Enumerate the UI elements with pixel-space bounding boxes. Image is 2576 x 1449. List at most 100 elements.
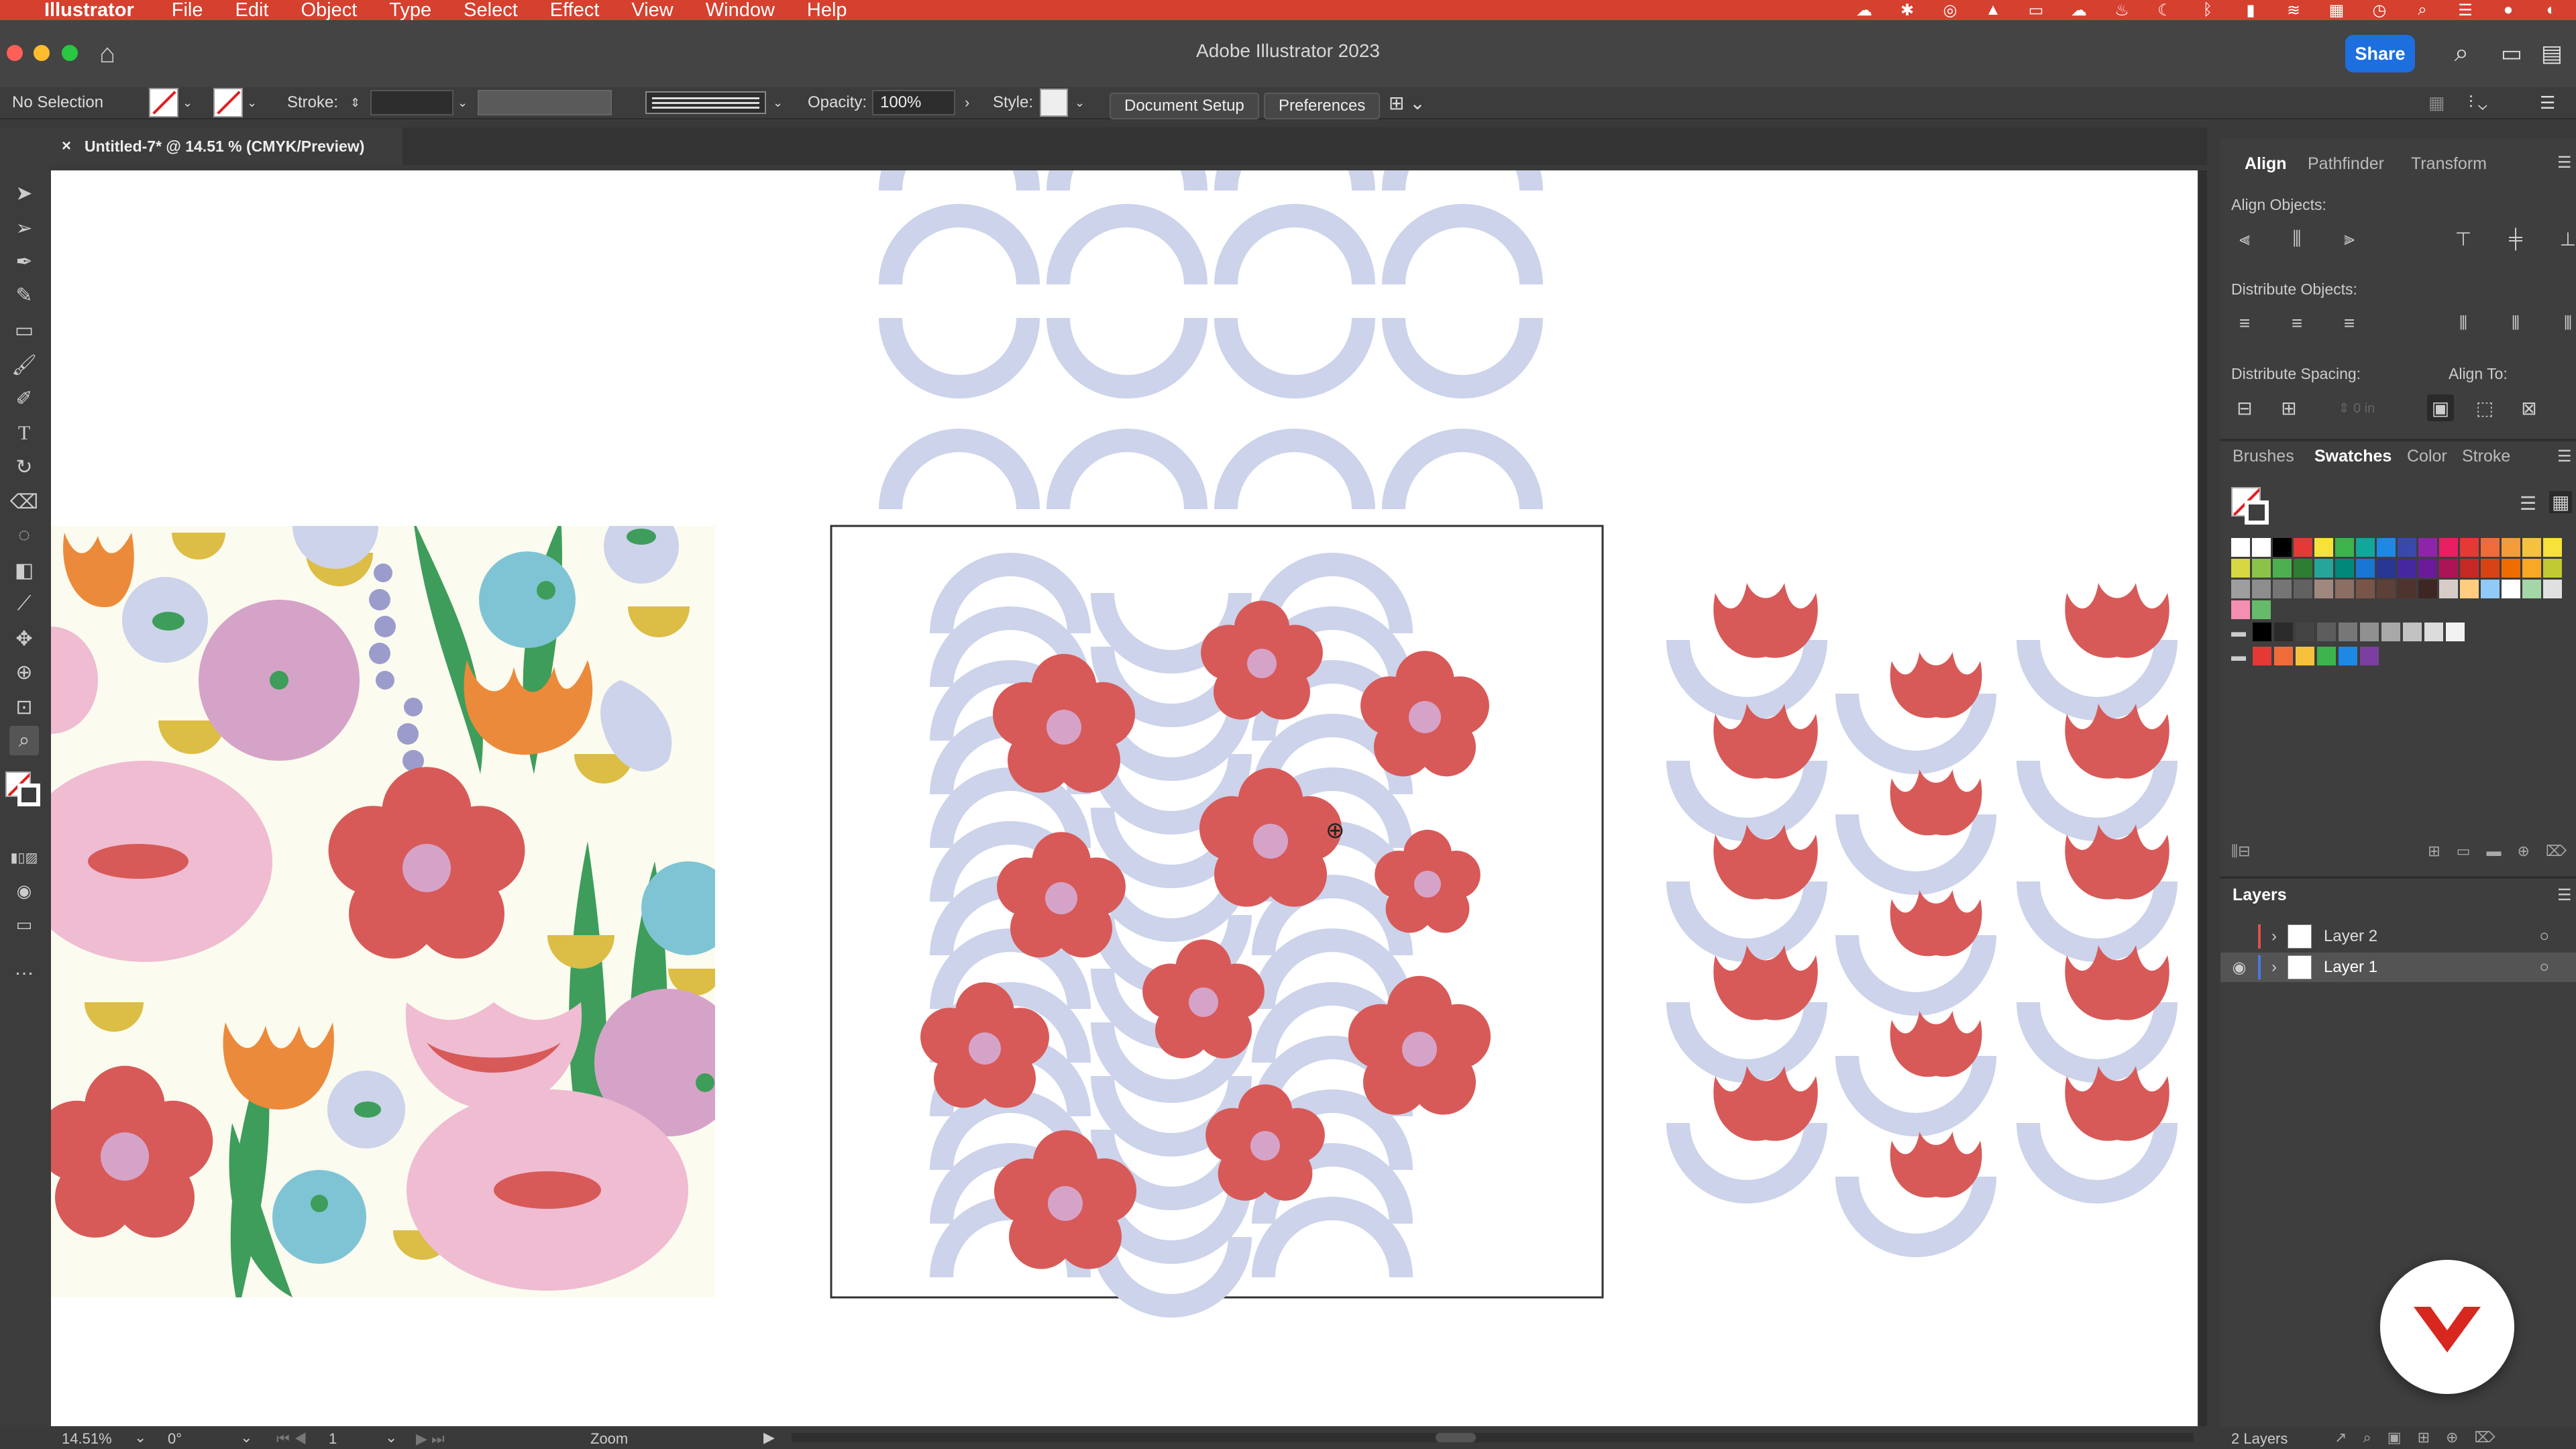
clock-icon[interactable]: ◷ — [2368, 0, 2391, 20]
layer-row[interactable]: ◉ › Layer 1 ○ — [2220, 953, 2576, 982]
color-swatch[interactable] — [2502, 580, 2520, 598]
canvas[interactable]: ⊕ — [51, 170, 2198, 1426]
tab-color[interactable]: Color — [2407, 447, 2447, 466]
new-sublayer-icon[interactable]: ⊞ — [2418, 1429, 2430, 1446]
horizontal-distribute-space-icon[interactable]: ⊞ — [2275, 394, 2302, 421]
menu-object[interactable]: Object — [301, 0, 357, 21]
color-swatch[interactable] — [2273, 559, 2292, 578]
color-swatch[interactable] — [2481, 559, 2500, 578]
vertical-scrollbar[interactable] — [2199, 170, 2207, 1426]
color-swatch[interactable] — [2273, 580, 2292, 598]
folder-icon[interactable]: ▬ — [2231, 647, 2246, 665]
color-swatch[interactable] — [2481, 580, 2500, 598]
spacing-value-field[interactable]: ⇕ 0 in — [2320, 394, 2394, 421]
color-swatch[interactable] — [2398, 559, 2416, 578]
eye-icon[interactable]: ◉ — [2220, 958, 2258, 977]
close-icon[interactable]: × — [62, 137, 71, 156]
moon-icon[interactable]: ☾ — [2153, 0, 2176, 20]
opacity-value[interactable]: 100% — [872, 90, 955, 115]
align-horizontal-center-icon[interactable]: ⫼ — [2284, 225, 2310, 252]
tab-align[interactable]: Align — [2245, 154, 2287, 174]
search-icon[interactable]: ⌕ — [2411, 0, 2434, 20]
swatch-libraries-icon[interactable]: ⫼ — [2231, 843, 2238, 860]
tab-stroke[interactable]: Stroke — [2462, 447, 2510, 466]
paintbrush-tool-icon[interactable]: 🖌 — [9, 350, 39, 380]
edit-toolbar-icon[interactable]: … — [9, 954, 39, 983]
chevron-down-icon[interactable]: ⌄ — [134, 1429, 146, 1446]
color-swatch[interactable] — [2502, 538, 2520, 557]
align-to-artboard-icon[interactable]: ▣ — [2427, 394, 2454, 421]
document-setup-button[interactable]: Document Setup — [1110, 93, 1259, 119]
artboard-tool-icon[interactable]: ⊡ — [9, 692, 39, 722]
menu-effect[interactable]: Effect — [550, 0, 600, 21]
shaper-tool-icon[interactable]: ✐ — [9, 384, 39, 413]
tab-pathfinder[interactable]: Pathfinder — [2308, 154, 2384, 174]
layer-row[interactable]: › Layer 2 ○ — [2220, 922, 2576, 951]
rotate-tool-icon[interactable]: ↻ — [9, 452, 39, 482]
color-swatch[interactable] — [2314, 559, 2333, 578]
new-swatch-icon[interactable]: ⊕ — [2517, 843, 2529, 860]
preferences-button[interactable]: Preferences — [1264, 93, 1381, 119]
align-vertical-center-icon[interactable]: ╪ — [2502, 225, 2529, 252]
color-swatch[interactable] — [2439, 580, 2458, 598]
chevron-down-icon[interactable]: ⌄ — [385, 1429, 397, 1446]
fill-stroke-widget[interactable] — [4, 769, 47, 809]
tab-swatches[interactable]: Swatches — [2314, 447, 2392, 466]
stroke-swatch[interactable]: ⌄ — [213, 88, 257, 117]
color-swatch[interactable] — [2231, 538, 2250, 557]
folder-icon[interactable]: ▬ — [2231, 623, 2246, 641]
menu-window[interactable]: Window — [706, 0, 775, 21]
stroke-stepper[interactable]: ⇕ — [350, 91, 360, 114]
color-swatch[interactable] — [2398, 580, 2416, 598]
color-swatch[interactable] — [2356, 580, 2375, 598]
status-menu-icon[interactable]: ▶ — [763, 1429, 775, 1446]
zoom-tool-icon[interactable]: ⌕ — [9, 726, 39, 755]
artboard-nav[interactable]: ⏮ ◀ — [276, 1430, 307, 1448]
menu-select[interactable]: Select — [464, 0, 518, 21]
puppet-warp-tool-icon[interactable]: ✥ — [9, 624, 39, 653]
variable-width-profile[interactable] — [478, 90, 612, 115]
color-swatch[interactable] — [2460, 559, 2479, 578]
brush-definition[interactable]: ⌄ — [645, 91, 783, 114]
wifi-icon[interactable]: ≋ — [2282, 0, 2305, 20]
control-center-icon[interactable]: ☰ — [2454, 0, 2477, 20]
control-bar-menu-icon[interactable]: ☰ — [2540, 91, 2555, 114]
color-swatch[interactable] — [2439, 559, 2458, 578]
screen-mode-icon[interactable]: ▭ — [9, 910, 39, 939]
rotation-value[interactable]: 0° — [168, 1430, 182, 1448]
color-swatch[interactable] — [2231, 559, 2250, 578]
artboard-nav-next[interactable]: ▶ ⏭ — [416, 1430, 445, 1448]
tulip-wave-pattern[interactable] — [1666, 583, 2178, 1257]
align-left-icon[interactable]: ⫷ — [2231, 225, 2258, 252]
transform-options-icon[interactable]: ⫶ ⌄ — [2469, 91, 2487, 114]
align-bottom-icon[interactable]: ⊥ — [2555, 225, 2576, 252]
vertical-distribute-space-icon[interactable]: ⊟ — [2231, 394, 2258, 421]
app-menu[interactable]: Illustrator — [44, 0, 134, 21]
color-swatch[interactable] — [2335, 559, 2354, 578]
color-swatch[interactable] — [2252, 559, 2271, 578]
color-swatch[interactable] — [2377, 538, 2396, 557]
place-swatch-icon[interactable]: ⊟ — [2238, 843, 2250, 860]
color-swatch[interactable] — [2335, 538, 2354, 557]
panel-toggle-icon[interactable]: ▤ — [2541, 40, 2563, 67]
search-icon[interactable]: ⌕ — [2455, 39, 2469, 68]
top-wave-pattern[interactable] — [879, 170, 1543, 509]
lasso-tool-icon[interactable]: ◌ — [9, 521, 39, 550]
menu-view[interactable]: View — [631, 0, 673, 21]
chevron-right-icon[interactable]: › — [2271, 927, 2277, 946]
color-swatch[interactable] — [2377, 580, 2396, 598]
draw-mode-icon[interactable]: ◉ — [9, 876, 39, 906]
align-right-icon[interactable]: ⫸ — [2336, 225, 2363, 252]
document-tab[interactable]: × Untitled-7* @ 14.51 % (CMYK/Preview) — [0, 127, 402, 165]
notifications-icon[interactable]: ◐ — [2540, 0, 2563, 20]
color-swatch[interactable] — [2439, 538, 2458, 557]
pen-tool-icon[interactable]: ✒ — [9, 247, 39, 276]
color-swatch[interactable] — [2314, 538, 2333, 557]
color-swatch[interactable] — [2252, 538, 2271, 557]
new-layer-icon[interactable]: ⊕ — [2446, 1429, 2458, 1446]
chevron-right-icon[interactable]: › — [965, 94, 969, 111]
creative-cloud-icon[interactable]: ☁ — [1853, 0, 1876, 20]
color-swatch[interactable] — [2252, 600, 2271, 619]
color-swatch[interactable] — [2294, 538, 2312, 557]
distribute-horizontal-center-icon[interactable]: ⫴ — [2502, 310, 2529, 337]
